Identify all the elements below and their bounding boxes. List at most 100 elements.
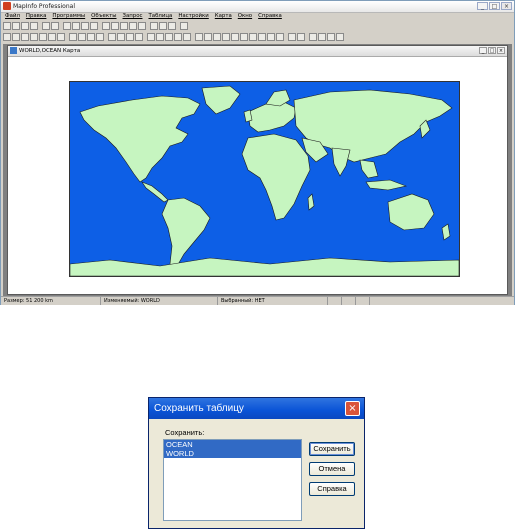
graph-select-icon[interactable] <box>57 33 65 41</box>
list-item[interactable]: WORLD <box>164 449 301 458</box>
new-browser-icon[interactable] <box>102 22 110 30</box>
open-table-icon[interactable] <box>12 22 20 30</box>
new-layout-icon[interactable] <box>129 22 137 30</box>
rectangle-tool-icon[interactable] <box>249 33 257 41</box>
mapinfo-app-icon <box>3 2 11 10</box>
reshape-icon[interactable] <box>288 33 296 41</box>
menu-file[interactable]: Файл <box>5 12 20 21</box>
marquee-select-icon[interactable] <box>12 33 20 41</box>
land-antarctica <box>70 257 459 276</box>
menu-bar: Файл Правка Программы Объекты Запрос Таб… <box>1 12 514 21</box>
status-bar: Размер: 51 200 km Изменяемый: WORLD Выбр… <box>1 296 514 305</box>
land-europe <box>247 101 297 133</box>
ruler-icon[interactable] <box>156 33 164 41</box>
legend-icon[interactable] <box>174 33 182 41</box>
cut-icon[interactable] <box>63 22 71 30</box>
cancel-button[interactable]: Отмена <box>309 462 355 476</box>
rounded-rect-tool-icon[interactable] <box>258 33 266 41</box>
status-selectable: Выбранный: НЕТ <box>218 297 328 305</box>
menu-window[interactable]: Окно <box>238 12 252 21</box>
menu-query[interactable]: Запрос <box>123 12 143 21</box>
new-redistrict-icon[interactable] <box>138 22 146 30</box>
map-window[interactable]: WORLD,OCEAN Карта _ □ × <box>7 45 508 295</box>
hotlink-icon[interactable] <box>150 22 158 30</box>
undo-icon[interactable] <box>90 22 98 30</box>
menu-objects[interactable]: Объекты <box>91 12 116 21</box>
app-title: MapInfo Professional <box>13 3 75 10</box>
app-window: MapInfo Professional _ □ × Файл Правка П… <box>0 0 515 305</box>
add-node-icon[interactable] <box>297 33 305 41</box>
land-australia <box>387 193 435 231</box>
text-tool-icon[interactable] <box>267 33 275 41</box>
menu-map[interactable]: Карта <box>215 12 232 21</box>
radius-select-icon[interactable] <box>21 33 29 41</box>
catalog-icon[interactable] <box>168 22 176 30</box>
arc-tool-icon[interactable] <box>222 33 230 41</box>
symbol-style-icon[interactable] <box>309 33 317 41</box>
text-style-icon[interactable] <box>336 33 344 41</box>
world-map[interactable] <box>69 81 460 277</box>
drag-map-icon[interactable] <box>135 33 143 41</box>
new-table-icon[interactable] <box>3 22 11 30</box>
label-tool-icon[interactable] <box>126 33 134 41</box>
tool-manager-icon[interactable] <box>159 22 167 30</box>
open-workspace-icon[interactable] <box>21 22 29 30</box>
map-maximize-button[interactable]: □ <box>488 47 496 54</box>
dialog-titlebar: Сохранить таблицу × <box>149 398 364 419</box>
minimize-button[interactable]: _ <box>477 2 488 10</box>
map-window-icon <box>10 47 17 54</box>
menu-options[interactable]: Настройки <box>178 12 208 21</box>
print-icon[interactable] <box>42 22 50 30</box>
save-button[interactable]: Сохранить <box>309 442 355 456</box>
print-preview-icon[interactable] <box>51 22 59 30</box>
table-listbox[interactable]: OCEAN WORLD <box>163 439 302 521</box>
info-tool-icon[interactable] <box>108 33 116 41</box>
map-minimize-button[interactable]: _ <box>479 47 487 54</box>
sum-icon[interactable] <box>165 33 173 41</box>
unselect-all-icon[interactable] <box>48 33 56 41</box>
polygon-tool-icon[interactable] <box>231 33 239 41</box>
change-view-icon[interactable] <box>87 33 95 41</box>
menu-help[interactable]: Справка <box>258 12 282 21</box>
main-toolbar <box>3 33 344 43</box>
grabber-hand-icon[interactable] <box>96 33 104 41</box>
help-button[interactable]: Справка <box>309 482 355 496</box>
select-arrow-icon[interactable] <box>3 33 11 41</box>
hotlink-tool-icon[interactable] <box>117 33 125 41</box>
close-button[interactable]: × <box>501 2 512 10</box>
help-icon[interactable] <box>180 22 188 30</box>
new-mapper-icon[interactable] <box>111 22 119 30</box>
layer-control-icon[interactable] <box>147 33 155 41</box>
menu-programs[interactable]: Программы <box>52 12 85 21</box>
zoom-out-icon[interactable] <box>78 33 86 41</box>
symbol-tool-icon[interactable] <box>195 33 203 41</box>
maximize-button[interactable]: □ <box>489 2 500 10</box>
status-size: Размер: 51 200 km <box>1 297 101 305</box>
land-indonesia <box>365 179 408 191</box>
frame-tool-icon[interactable] <box>276 33 284 41</box>
polygon-select-icon[interactable] <box>30 33 38 41</box>
line-style-icon[interactable] <box>318 33 326 41</box>
zoom-in-icon[interactable] <box>69 33 77 41</box>
menu-table[interactable]: Таблица <box>148 12 172 21</box>
paste-icon[interactable] <box>81 22 89 30</box>
map-window-title: WORLD,OCEAN Карта <box>19 48 81 54</box>
list-item[interactable]: OCEAN <box>164 440 301 449</box>
region-style-icon[interactable] <box>327 33 335 41</box>
polyline-tool-icon[interactable] <box>213 33 221 41</box>
dialog-close-button[interactable]: × <box>345 401 360 416</box>
copy-icon[interactable] <box>72 22 80 30</box>
new-grapher-icon[interactable] <box>120 22 128 30</box>
dialog-save-label: Сохранить: <box>165 428 205 437</box>
status-empty-3 <box>356 297 370 305</box>
statistics-icon[interactable] <box>183 33 191 41</box>
ellipse-tool-icon[interactable] <box>240 33 248 41</box>
boundary-select-icon[interactable] <box>39 33 47 41</box>
land-new-zealand <box>441 223 451 241</box>
menu-edit[interactable]: Правка <box>26 12 47 21</box>
line-tool-icon[interactable] <box>204 33 212 41</box>
land-africa <box>241 133 311 221</box>
world-map-layers <box>70 85 459 276</box>
map-close-button[interactable]: × <box>497 47 505 54</box>
save-table-icon[interactable] <box>30 22 38 30</box>
